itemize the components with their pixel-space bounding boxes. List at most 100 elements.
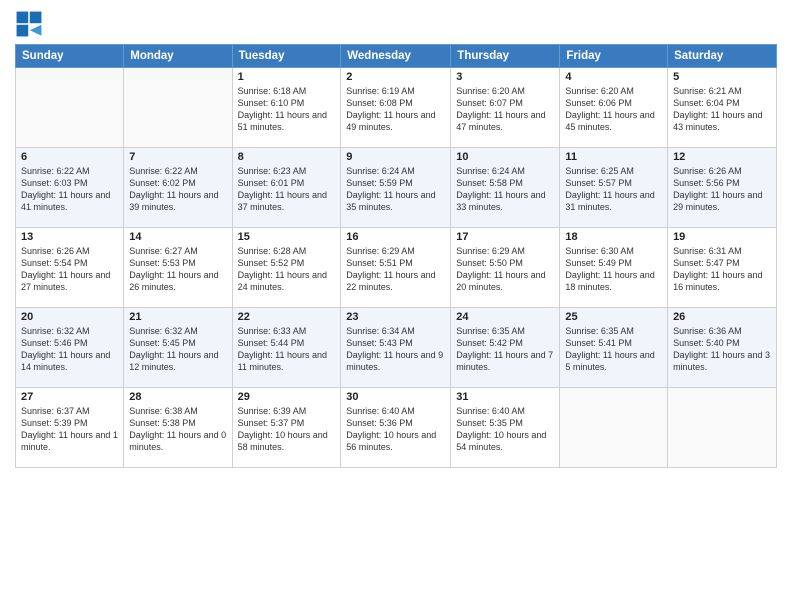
day-number: 14 <box>129 231 226 243</box>
day-info: Sunrise: 6:24 AM Sunset: 5:59 PM Dayligh… <box>346 165 445 214</box>
calendar-cell <box>560 388 668 468</box>
day-number: 3 <box>456 71 554 83</box>
day-info: Sunrise: 6:20 AM Sunset: 6:07 PM Dayligh… <box>456 85 554 134</box>
day-number: 10 <box>456 151 554 163</box>
day-info: Sunrise: 6:39 AM Sunset: 5:37 PM Dayligh… <box>238 405 336 454</box>
day-info: Sunrise: 6:35 AM Sunset: 5:41 PM Dayligh… <box>565 325 662 374</box>
day-number: 23 <box>346 311 445 323</box>
day-number: 18 <box>565 231 662 243</box>
day-number: 21 <box>129 311 226 323</box>
calendar-cell: 3 Sunrise: 6:20 AM Sunset: 6:07 PM Daylig… <box>451 68 560 148</box>
calendar-cell: 8 Sunrise: 6:23 AM Sunset: 6:01 PM Daylig… <box>232 148 341 228</box>
day-info: Sunrise: 6:25 AM Sunset: 5:57 PM Dayligh… <box>565 165 662 214</box>
day-info: Sunrise: 6:40 AM Sunset: 5:36 PM Dayligh… <box>346 405 445 454</box>
day-info: Sunrise: 6:22 AM Sunset: 6:03 PM Dayligh… <box>21 165 118 214</box>
calendar-header-saturday: Saturday <box>668 45 777 68</box>
logo-icon <box>15 10 43 38</box>
day-info: Sunrise: 6:29 AM Sunset: 5:50 PM Dayligh… <box>456 245 554 294</box>
day-number: 22 <box>238 311 336 323</box>
day-number: 8 <box>238 151 336 163</box>
day-number: 29 <box>238 391 336 403</box>
day-info: Sunrise: 6:38 AM Sunset: 5:38 PM Dayligh… <box>129 405 226 454</box>
day-info: Sunrise: 6:40 AM Sunset: 5:35 PM Dayligh… <box>456 405 554 454</box>
day-number: 25 <box>565 311 662 323</box>
calendar-table: SundayMondayTuesdayWednesdayThursdayFrid… <box>15 44 777 468</box>
day-info: Sunrise: 6:26 AM Sunset: 5:56 PM Dayligh… <box>673 165 771 214</box>
calendar-cell: 6 Sunrise: 6:22 AM Sunset: 6:03 PM Daylig… <box>16 148 124 228</box>
header <box>15 10 777 38</box>
calendar-cell: 21 Sunrise: 6:32 AM Sunset: 5:45 PM Dayli… <box>124 308 232 388</box>
day-info: Sunrise: 6:32 AM Sunset: 5:46 PM Dayligh… <box>21 325 118 374</box>
calendar-header-wednesday: Wednesday <box>341 45 451 68</box>
calendar-cell: 7 Sunrise: 6:22 AM Sunset: 6:02 PM Daylig… <box>124 148 232 228</box>
day-number: 13 <box>21 231 118 243</box>
day-number: 31 <box>456 391 554 403</box>
calendar-cell: 17 Sunrise: 6:29 AM Sunset: 5:50 PM Dayli… <box>451 228 560 308</box>
day-number: 24 <box>456 311 554 323</box>
calendar-cell: 1Sunrise: 6:18 AM Sunset: 6:10 PM Daylig… <box>232 68 341 148</box>
day-info: Sunrise: 6:37 AM Sunset: 5:39 PM Dayligh… <box>21 405 118 454</box>
calendar-cell: 4 Sunrise: 6:20 AM Sunset: 6:06 PM Daylig… <box>560 68 668 148</box>
calendar-week-0: 1Sunrise: 6:18 AM Sunset: 6:10 PM Daylig… <box>16 68 777 148</box>
calendar-cell: 27 Sunrise: 6:37 AM Sunset: 5:39 PM Dayli… <box>16 388 124 468</box>
calendar-cell: 14 Sunrise: 6:27 AM Sunset: 5:53 PM Dayli… <box>124 228 232 308</box>
calendar-cell: 13 Sunrise: 6:26 AM Sunset: 5:54 PM Dayli… <box>16 228 124 308</box>
day-info: Sunrise: 6:20 AM Sunset: 6:06 PM Dayligh… <box>565 85 662 134</box>
calendar-cell: 12 Sunrise: 6:26 AM Sunset: 5:56 PM Dayli… <box>668 148 777 228</box>
day-number: 19 <box>673 231 771 243</box>
day-number: 28 <box>129 391 226 403</box>
calendar-cell <box>668 388 777 468</box>
day-number: 27 <box>21 391 118 403</box>
day-number: 11 <box>565 151 662 163</box>
day-info: Sunrise: 6:36 AM Sunset: 5:40 PM Dayligh… <box>673 325 771 374</box>
day-number: 30 <box>346 391 445 403</box>
day-info: Sunrise: 6:21 AM Sunset: 6:04 PM Dayligh… <box>673 85 771 134</box>
calendar-cell: 16 Sunrise: 6:29 AM Sunset: 5:51 PM Dayli… <box>341 228 451 308</box>
calendar-cell: 31 Sunrise: 6:40 AM Sunset: 5:35 PM Dayli… <box>451 388 560 468</box>
day-info: Sunrise: 6:23 AM Sunset: 6:01 PM Dayligh… <box>238 165 336 214</box>
calendar-header-row: SundayMondayTuesdayWednesdayThursdayFrid… <box>16 45 777 68</box>
day-number: 16 <box>346 231 445 243</box>
calendar-week-3: 20 Sunrise: 6:32 AM Sunset: 5:46 PM Dayli… <box>16 308 777 388</box>
calendar-cell <box>16 68 124 148</box>
calendar-cell: 2 Sunrise: 6:19 AM Sunset: 6:08 PM Daylig… <box>341 68 451 148</box>
page: SundayMondayTuesdayWednesdayThursdayFrid… <box>0 0 792 612</box>
day-number: 7 <box>129 151 226 163</box>
calendar-cell: 28 Sunrise: 6:38 AM Sunset: 5:38 PM Dayli… <box>124 388 232 468</box>
calendar-cell: 18 Sunrise: 6:30 AM Sunset: 5:49 PM Dayli… <box>560 228 668 308</box>
day-info: Sunrise: 6:32 AM Sunset: 5:45 PM Dayligh… <box>129 325 226 374</box>
day-number: 20 <box>21 311 118 323</box>
day-number: 12 <box>673 151 771 163</box>
calendar-cell: 15Sunrise: 6:28 AM Sunset: 5:52 PM Dayli… <box>232 228 341 308</box>
day-info: Sunrise: 6:35 AM Sunset: 5:42 PM Dayligh… <box>456 325 554 374</box>
calendar-week-1: 6 Sunrise: 6:22 AM Sunset: 6:03 PM Daylig… <box>16 148 777 228</box>
day-info: Sunrise: 6:19 AM Sunset: 6:08 PM Dayligh… <box>346 85 445 134</box>
day-info: Sunrise: 6:30 AM Sunset: 5:49 PM Dayligh… <box>565 245 662 294</box>
calendar-cell: 20 Sunrise: 6:32 AM Sunset: 5:46 PM Dayli… <box>16 308 124 388</box>
day-info: Sunrise: 6:27 AM Sunset: 5:53 PM Dayligh… <box>129 245 226 294</box>
day-number: 26 <box>673 311 771 323</box>
calendar-cell: 22 Sunrise: 6:33 AM Sunset: 5:44 PM Dayli… <box>232 308 341 388</box>
day-info: Sunrise: 6:22 AM Sunset: 6:02 PM Dayligh… <box>129 165 226 214</box>
day-number: 4 <box>565 71 662 83</box>
calendar-cell: 19 Sunrise: 6:31 AM Sunset: 5:47 PM Dayli… <box>668 228 777 308</box>
calendar-cell: 26 Sunrise: 6:36 AM Sunset: 5:40 PM Dayli… <box>668 308 777 388</box>
day-info: Sunrise: 6:26 AM Sunset: 5:54 PM Dayligh… <box>21 245 118 294</box>
day-number: 2 <box>346 71 445 83</box>
day-number: 1 <box>238 71 336 83</box>
day-number: 6 <box>21 151 118 163</box>
day-number: 15 <box>238 231 336 243</box>
day-info: Sunrise: 6:33 AM Sunset: 5:44 PM Dayligh… <box>238 325 336 374</box>
day-number: 17 <box>456 231 554 243</box>
calendar-header-monday: Monday <box>124 45 232 68</box>
day-info: Sunrise: 6:34 AM Sunset: 5:43 PM Dayligh… <box>346 325 445 374</box>
calendar-header-thursday: Thursday <box>451 45 560 68</box>
day-info: Sunrise: 6:29 AM Sunset: 5:51 PM Dayligh… <box>346 245 445 294</box>
calendar-cell: 10Sunrise: 6:24 AM Sunset: 5:58 PM Dayli… <box>451 148 560 228</box>
calendar-cell: 25 Sunrise: 6:35 AM Sunset: 5:41 PM Dayli… <box>560 308 668 388</box>
calendar-cell: 11 Sunrise: 6:25 AM Sunset: 5:57 PM Dayli… <box>560 148 668 228</box>
calendar-header-friday: Friday <box>560 45 668 68</box>
day-info: Sunrise: 6:31 AM Sunset: 5:47 PM Dayligh… <box>673 245 771 294</box>
logo <box>15 10 47 38</box>
calendar-cell: 30 Sunrise: 6:40 AM Sunset: 5:36 PM Dayli… <box>341 388 451 468</box>
